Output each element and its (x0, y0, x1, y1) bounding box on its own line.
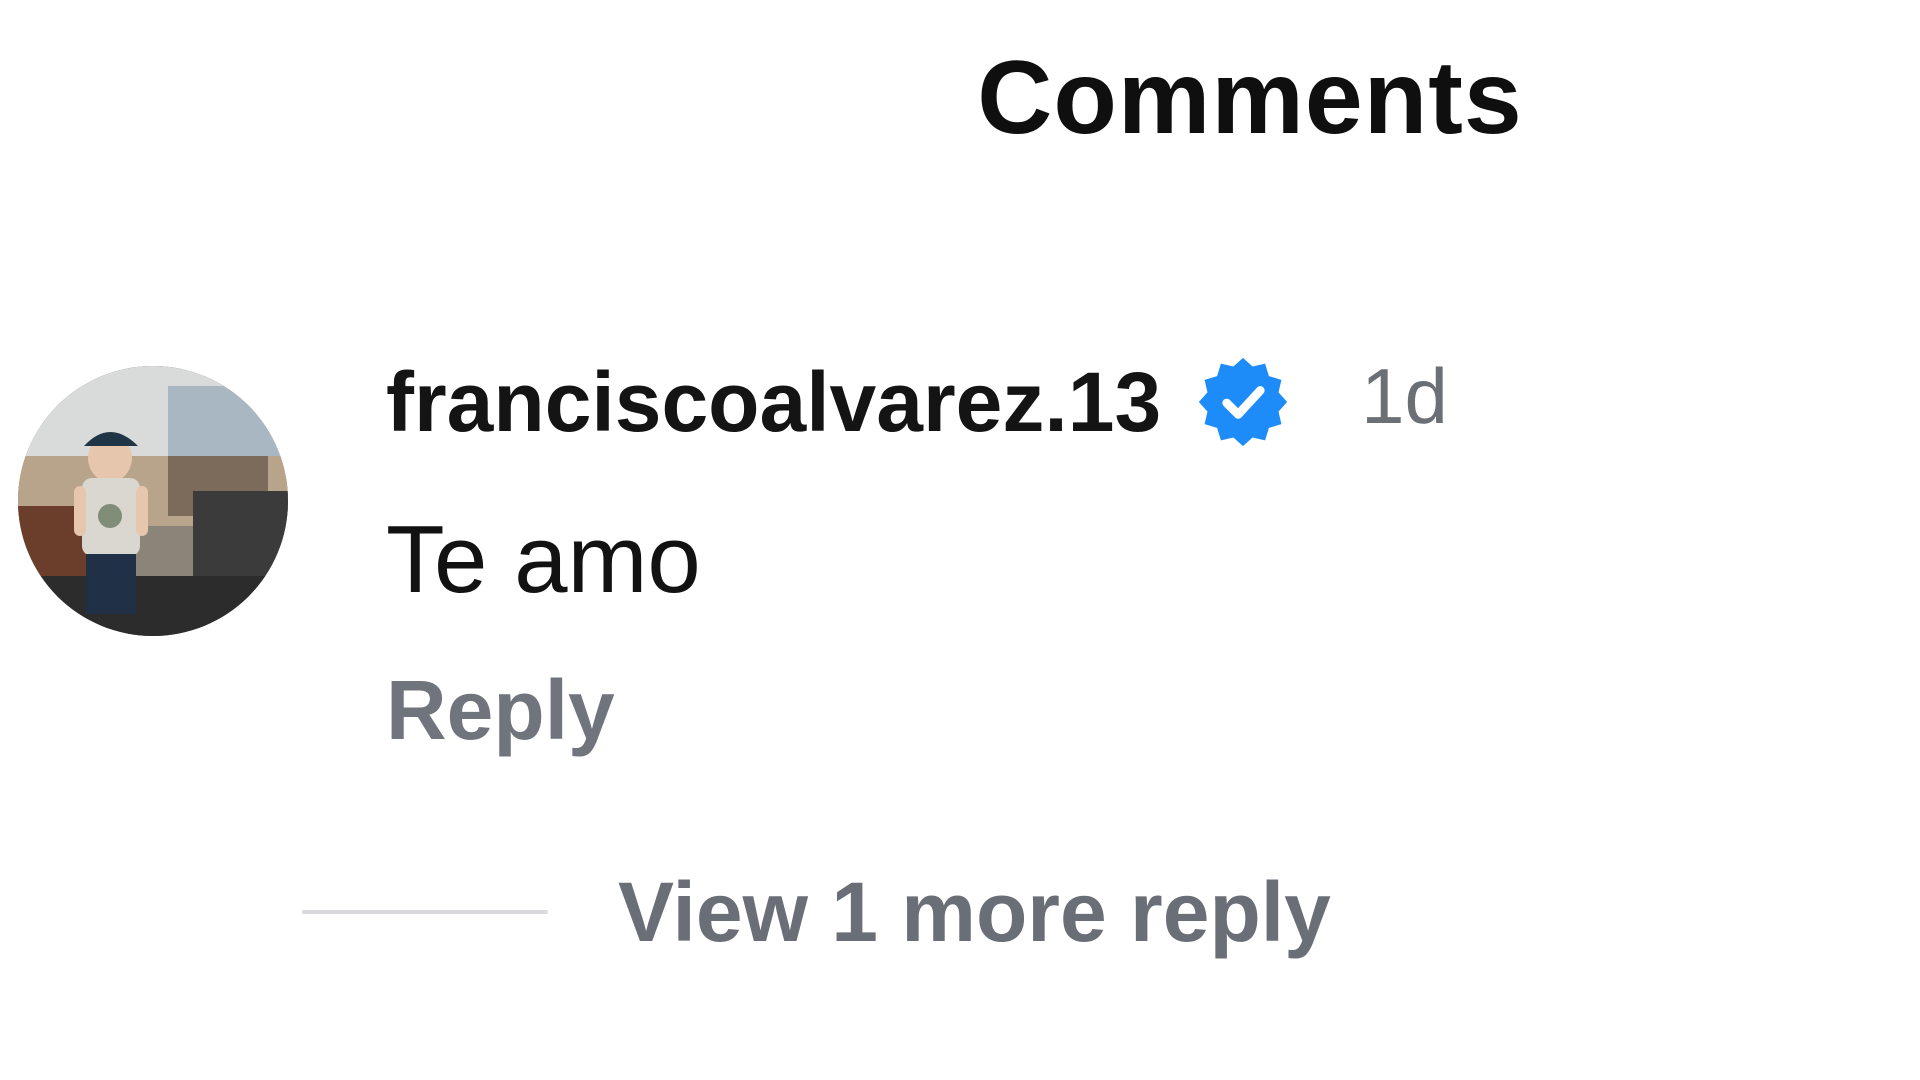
avatar[interactable] (18, 366, 288, 636)
reply-button[interactable]: Reply (386, 668, 615, 752)
view-more-replies-button[interactable]: View 1 more reply (302, 870, 1331, 954)
replies-divider (302, 910, 548, 914)
comment-timestamp: 1d (1361, 352, 1448, 440)
comment-item: franciscoalvarez.13 1d Te amo Reply View… (0, 0, 1920, 1080)
comment-text: Te amo (386, 506, 701, 613)
avatar-photo-icon (18, 366, 288, 636)
username-link[interactable]: franciscoalvarez.13 (386, 360, 1161, 444)
view-more-replies-label: View 1 more reply (618, 865, 1331, 959)
comment-header: franciscoalvarez.13 1d (386, 352, 1448, 452)
comments-screen: Comments franciscoalvarez.13 1d Te amo R… (0, 0, 1920, 1080)
verified-badge-icon (1195, 354, 1291, 450)
